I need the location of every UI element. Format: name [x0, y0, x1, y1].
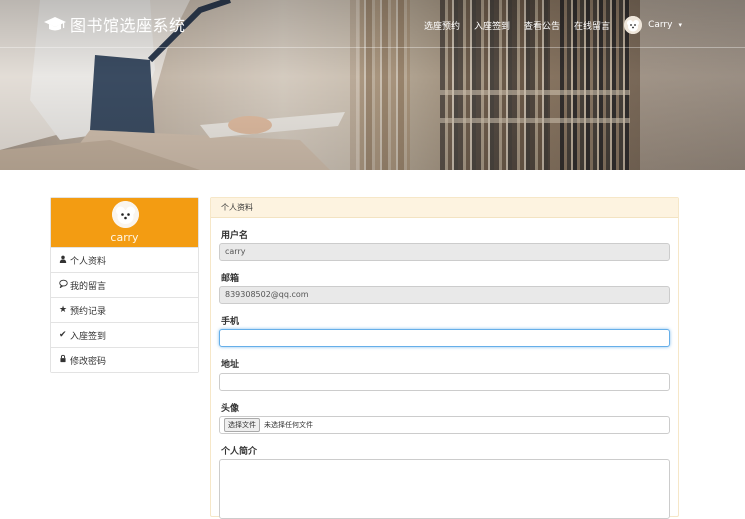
file-status: 未选择任何文件 — [264, 421, 313, 429]
lock-icon — [59, 354, 69, 366]
nav-divider — [0, 47, 745, 48]
phone-label: 手机 — [221, 317, 240, 327]
sidebar-item-label: 入座签到 — [70, 331, 107, 342]
user-menu[interactable]: Carry ▾ — [624, 16, 682, 34]
sidebar-item-profile[interactable]: 个人资料 — [51, 247, 198, 272]
comment-icon — [59, 279, 69, 291]
username-label: 用户名 — [221, 231, 249, 241]
user-icon — [59, 255, 69, 266]
avatar — [624, 16, 643, 34]
sidebar-item-reservations[interactable]: ★ 预约记录 — [51, 297, 198, 322]
phone-field[interactable] — [219, 329, 670, 347]
avatar-label: 头像 — [221, 404, 240, 414]
username-field[interactable]: carry — [219, 243, 670, 261]
email-field[interactable]: 839308502@qq.com — [219, 286, 670, 304]
check-icon: ✔ — [59, 330, 67, 340]
sidebar-item-password[interactable]: 修改密码 — [51, 347, 198, 372]
app-title: 图书馆选座系统 — [70, 16, 186, 35]
address-field[interactable] — [219, 373, 670, 391]
panel-title: 个人资料 — [211, 198, 678, 218]
avatar-file-input: 选择文件 未选择任何文件 — [219, 416, 670, 434]
sidebar: carry 个人资料 我的留言 ★ 预约记录 ✔ 入座签到 修改密码 — [50, 197, 199, 373]
user-name: Carry — [648, 20, 673, 30]
email-label: 邮箱 — [221, 274, 240, 284]
sidebar-item-label: 我的留言 — [70, 281, 107, 292]
top-nav: 选座预约 入座签到 查看公告 在线留言 Carry ▾ — [424, 16, 682, 34]
star-icon: ★ — [59, 305, 68, 315]
nav-check-in[interactable]: 入座签到 — [474, 19, 510, 32]
address-label: 地址 — [221, 360, 240, 370]
sidebar-item-messages[interactable]: 我的留言 — [51, 272, 198, 297]
avatar — [112, 201, 139, 228]
sidebar-item-checkin[interactable]: ✔ 入座签到 — [51, 322, 198, 347]
nav-reserve-seat[interactable]: 选座预约 — [424, 19, 460, 32]
bio-textarea[interactable] — [219, 459, 670, 519]
sidebar-item-label: 个人资料 — [70, 256, 107, 267]
profile-card: carry — [51, 198, 198, 247]
profile-panel: 个人资料 用户名 carry 邮箱 839308502@qq.com 手机 地址… — [210, 197, 679, 519]
sidebar-username: carry — [110, 231, 139, 244]
graduation-cap-icon — [44, 17, 66, 31]
sidebar-item-label: 修改密码 — [70, 356, 107, 367]
choose-file-button[interactable]: 选择文件 — [224, 418, 260, 432]
nav-announcements[interactable]: 查看公告 — [524, 19, 560, 32]
bio-label: 个人简介 — [221, 447, 258, 457]
sidebar-item-label: 预约记录 — [70, 306, 107, 317]
header-banner: 图书馆选座系统 选座预约 入座签到 查看公告 在线留言 Carry ▾ — [0, 0, 745, 170]
nav-messages[interactable]: 在线留言 — [574, 19, 610, 32]
brand-logo[interactable]: 图书馆选座系统 — [44, 12, 186, 36]
chevron-down-icon: ▾ — [678, 21, 682, 29]
